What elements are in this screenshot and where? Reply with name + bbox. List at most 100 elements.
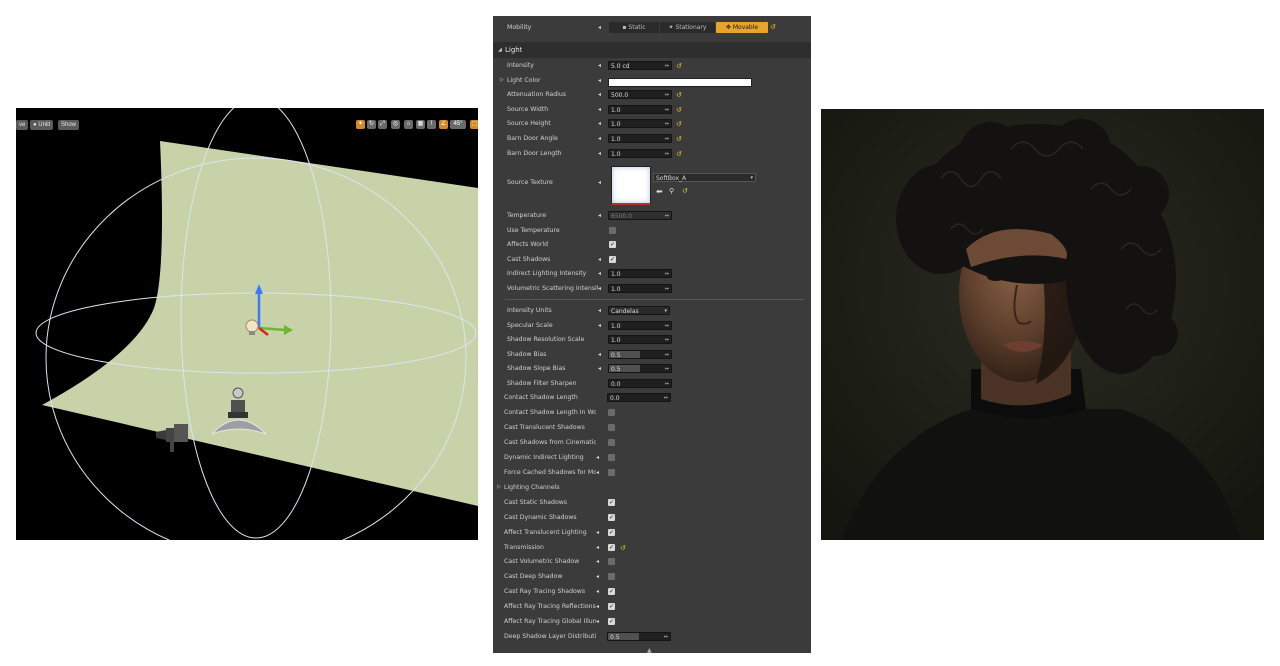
override-icon[interactable]: ◂ xyxy=(596,604,600,610)
view-mode-unlit-button[interactable]: ● Unlit xyxy=(30,120,54,130)
affects-world-checkbox[interactable]: ✓ xyxy=(609,241,616,249)
light-section-header[interactable]: ◢ Light xyxy=(493,42,811,58)
cast-dynamic-shadows-checkbox[interactable]: ✓ xyxy=(608,513,615,521)
shadow-resolution-scale-input[interactable]: 1.0 ⇔ xyxy=(608,335,672,345)
contact-shadow-length-input[interactable]: 0.0 ⇔ xyxy=(607,393,671,402)
override-icon[interactable]: ◂ xyxy=(598,150,602,157)
override-icon[interactable]: ◂ xyxy=(598,77,602,84)
override-icon[interactable]: ◂ xyxy=(598,106,602,113)
cast-shadows-from-cinematic-objects-only-checkbox[interactable] xyxy=(608,438,615,446)
viewport-menu-button[interactable]: ve xyxy=(16,120,29,130)
use-selected-arrow-icon[interactable]: ⬅ xyxy=(656,187,663,196)
cast-shadows-checkbox[interactable]: ✓ xyxy=(609,255,616,263)
override-icon[interactable]: ◂ xyxy=(598,121,602,127)
affect-ray-tracing-global-illumination-checkbox[interactable]: ✓ xyxy=(608,618,615,626)
reset-icon[interactable]: ↺ xyxy=(676,62,683,70)
portrait-render xyxy=(821,109,1264,540)
barn-door-length-input[interactable]: 1.0 ⇔ xyxy=(608,148,672,158)
shadow-filter-sharpen-input[interactable]: 0.0 ⇔ xyxy=(608,379,672,388)
force-cached-shadows-for-movable-primitives-checkbox[interactable] xyxy=(608,468,615,476)
scale-snap-icon[interactable]: ⬚ xyxy=(470,120,478,129)
reset-icon[interactable]: ↺ xyxy=(620,544,627,552)
reset-icon[interactable]: ↺ xyxy=(676,150,683,158)
cast-volumetric-shadow-checkbox[interactable] xyxy=(608,558,615,566)
source-texture-row: Source Texture ◂ SoftBox_A ▾ ⬅ ⚲ ↺ xyxy=(493,163,811,205)
mobility-stationary-option[interactable]: ✦ Stationary xyxy=(660,22,715,33)
reset-icon[interactable]: ↺ xyxy=(676,91,683,99)
scale-icon[interactable]: ⤢ xyxy=(378,120,387,129)
rotation-snap-icon[interactable]: ∠ xyxy=(439,120,448,129)
browse-search-icon[interactable]: ⚲ xyxy=(669,187,674,195)
expand-arrow-icon[interactable]: ▷ xyxy=(500,77,505,83)
cast-static-shadows-checkbox[interactable]: ✓ xyxy=(608,498,615,506)
reset-icon[interactable]: ↺ xyxy=(682,187,689,195)
mobility-movable-option[interactable]: ✥ Movable xyxy=(716,22,768,33)
temperature-input[interactable]: 6500.0 ⇔ xyxy=(608,211,672,220)
source-height-input[interactable]: 1.0 ⇔ xyxy=(608,119,672,129)
override-icon[interactable]: ◂ xyxy=(598,92,602,98)
world-icon[interactable]: ◎ xyxy=(391,120,400,129)
mobility-static-option[interactable]: ▪ Static xyxy=(609,22,659,33)
indirect-lighting-intensity-input[interactable]: 1.0 ⇔ xyxy=(608,269,672,279)
override-icon[interactable]: ◂ xyxy=(598,213,602,219)
texture-thumbnail[interactable] xyxy=(611,166,651,205)
warning-icon[interactable]: ! xyxy=(427,120,436,129)
rotate-icon[interactable]: ↻ xyxy=(367,120,376,129)
reset-icon[interactable]: ↺ xyxy=(676,135,683,143)
override-icon[interactable]: ◂ xyxy=(598,271,602,277)
source-width-input[interactable]: 1.0 ⇔ xyxy=(608,104,672,114)
intensity-units-dropdown[interactable]: Candelas ▾ xyxy=(608,306,670,315)
override-icon[interactable]: ◂ xyxy=(598,322,602,329)
light-color-swatch[interactable] xyxy=(608,77,752,87)
volumetric-scattering-intensity-input[interactable]: 1.0 ⇔ xyxy=(608,284,672,293)
reset-icon[interactable]: ↺ xyxy=(770,23,777,31)
override-icon[interactable]: ◂ xyxy=(596,619,600,625)
affect-ray-tracing-reflections-checkbox[interactable]: ✓ xyxy=(608,603,615,611)
shadow-bias-input[interactable]: 0.5 ⇔ xyxy=(608,349,672,359)
affect-translucent-lighting-checkbox[interactable]: ✓ xyxy=(608,528,615,536)
override-icon[interactable]: ◂ xyxy=(598,286,602,292)
attenuation-radius-input[interactable]: 500.0 ⇔ xyxy=(608,90,672,100)
reset-icon[interactable]: ↺ xyxy=(676,106,683,114)
override-icon[interactable]: ◂ xyxy=(598,180,602,186)
override-icon[interactable]: ◂ xyxy=(598,63,602,69)
override-icon[interactable]: ◂ xyxy=(596,589,600,595)
show-button[interactable]: Show xyxy=(58,120,80,130)
texture-asset-dropdown[interactable]: SoftBox_A ▾ xyxy=(653,173,756,182)
contact-shadow-length-in-world-space-units-checkbox[interactable] xyxy=(608,408,615,416)
transmission-checkbox[interactable]: ✓ xyxy=(608,543,615,551)
override-icon[interactable]: ◂ xyxy=(598,366,602,372)
expand-arrow-icon[interactable]: ▷ xyxy=(497,484,502,490)
intensity-input[interactable]: 5.0 cd ⇔ xyxy=(608,61,672,70)
override-icon[interactable]: ◂ xyxy=(598,136,602,142)
cast-ray-tracing-shadows-checkbox[interactable]: ✓ xyxy=(608,588,615,596)
cast-deep-shadow-checkbox[interactable] xyxy=(608,573,615,581)
override-icon[interactable]: ◂ xyxy=(598,308,602,314)
contact-shadow-length-in-world-space-units-label: Contact Shadow Length In World Space Uni… xyxy=(504,408,596,416)
level-viewport[interactable]: ve ● Unlit Show ✦ ↻ ⤢ ◎ ⌂ ▦ ! ∠ 45° ⬚ xyxy=(16,108,478,540)
override-icon[interactable]: ◂ xyxy=(596,574,600,580)
override-icon[interactable]: ◂ xyxy=(596,469,600,476)
override-icon[interactable]: ◂ xyxy=(598,351,602,358)
cast-static-shadows-row: Cast Static Shadows ✓ xyxy=(493,496,811,510)
barn-door-angle-input[interactable]: 1.0 ⇔ xyxy=(608,134,672,143)
use-temperature-checkbox[interactable] xyxy=(609,226,616,234)
override-icon[interactable]: ◂ xyxy=(598,256,602,263)
deep-shadow-layer-distribution-input[interactable]: 0.5 ⇔ xyxy=(607,632,671,642)
select-mode-icon[interactable]: ✦ xyxy=(356,120,365,129)
reset-icon[interactable]: ↺ xyxy=(676,120,683,128)
dynamic-indirect-lighting-checkbox[interactable] xyxy=(608,453,615,461)
surface-snap-icon[interactable]: ⌂ xyxy=(404,120,413,129)
override-icon[interactable]: ◂ xyxy=(596,559,600,565)
grid-snap-icon[interactable]: ▦ xyxy=(416,120,425,129)
override-icon[interactable]: ◂ xyxy=(596,544,600,551)
shadow-slope-bias-input[interactable]: 0.5 ⇔ xyxy=(608,364,672,374)
expand-advanced-icon[interactable]: ▲ xyxy=(647,647,652,654)
override-icon[interactable]: ◂ xyxy=(596,454,600,461)
override-icon[interactable]: ◂ xyxy=(598,25,602,31)
cast-translucent-shadows-checkbox[interactable] xyxy=(608,423,615,431)
override-icon[interactable]: ◂ xyxy=(596,529,600,536)
angle-value[interactable]: 45° xyxy=(450,120,466,129)
specular-scale-input[interactable]: 1.0 ⇔ xyxy=(608,320,672,330)
intensity-units-row: Intensity Units ◂ Candelas ▾ xyxy=(493,304,811,318)
